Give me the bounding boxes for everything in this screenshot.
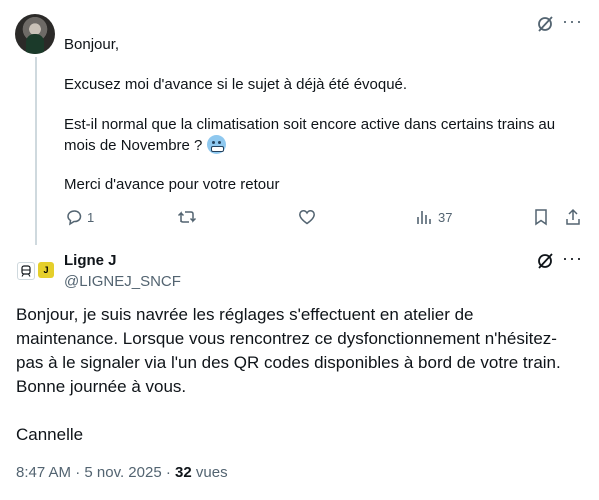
separator: · [165,464,171,481]
reply-line-2: maintenance. Lorsque vous rencontrez ce … [16,329,557,348]
post-line-4: mois de Novembre ? [64,135,226,156]
views-icon[interactable] [414,207,434,227]
post-line-4-text: mois de Novembre ? [64,137,203,154]
post-line-1: Bonjour, [64,36,120,53]
views-total: 32 [175,464,192,481]
views-label: vues [195,464,228,481]
handle[interactable]: @LIGNEJ_SNCF [64,273,181,290]
more-icon[interactable]: ··· [562,249,583,267]
line-letter-badge: J [38,262,54,278]
grok-icon[interactable] [535,251,555,271]
avatar[interactable] [15,14,55,54]
train-icon [17,262,35,280]
post-time[interactable]: 8:47 AM [16,464,71,481]
cold-face-emoji-icon [206,135,226,154]
views-count: 37 [438,210,453,225]
display-name[interactable]: Ligne J [64,252,117,269]
reply-line-3: pas à le signaler via l'un des QR codes … [16,353,561,372]
repost-icon[interactable] [177,207,197,227]
thread-line [35,57,37,245]
post-line-2: Excusez moi d'avance si le sujet à déjà … [64,76,408,93]
post-line-3: Est-il normal que la climatisation soit … [64,116,556,133]
timestamp-row: 8:47 AM · 5 nov. 2025 · 32 vues [16,464,228,481]
more-icon[interactable]: ··· [562,12,583,30]
reply-text: Bonjour, je suis navrée les réglages s'e… [16,303,591,447]
share-icon[interactable] [563,207,583,227]
account-logo[interactable]: J [17,262,55,280]
reply-icon[interactable] [64,207,84,227]
reply-count: 1 [87,210,95,225]
separator: · [75,464,81,481]
post-date[interactable]: 5 nov. 2025 [84,464,161,481]
grok-icon[interactable] [535,14,555,34]
like-icon[interactable] [297,207,317,227]
bookmark-icon[interactable] [531,207,551,227]
reply-line-4: Bonne journée à vous. [16,377,187,396]
reply-signature: Cannelle [16,425,84,444]
post-line-5: Merci d'avance pour votre retour [64,176,280,193]
reply-line-1: Bonjour, je suis navrée les réglages s'e… [16,305,474,324]
